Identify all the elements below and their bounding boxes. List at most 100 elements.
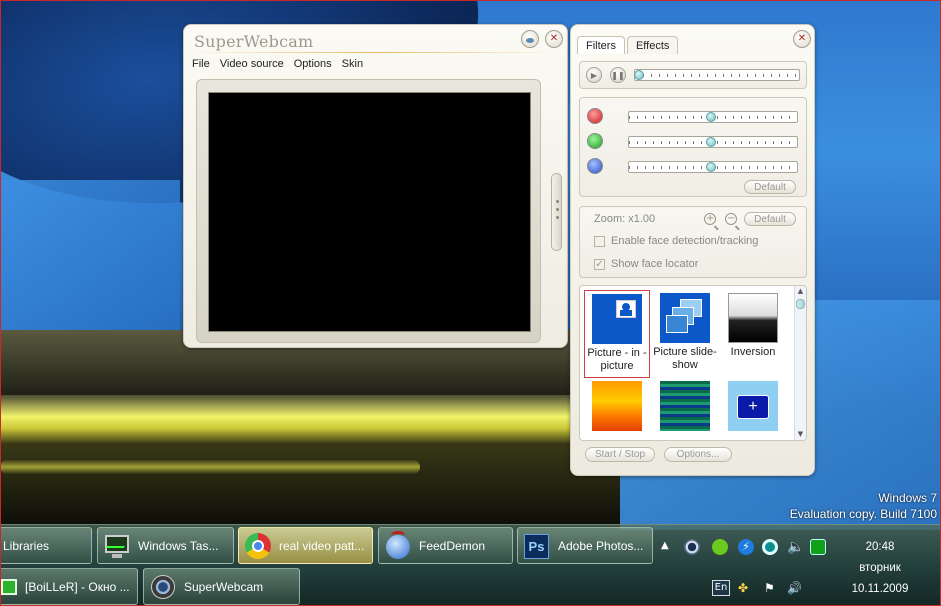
inversion-icon <box>728 293 778 343</box>
tab-filters[interactable]: Filters <box>577 36 625 54</box>
photoshop-icon: Ps <box>522 531 552 561</box>
minimize-button[interactable] <box>521 30 539 48</box>
menu-options[interactable]: Options <box>294 58 332 70</box>
sync-icon[interactable] <box>762 539 778 555</box>
rgb-default-button[interactable]: Default <box>744 180 796 194</box>
taskbar-label: FeedDemon <box>419 538 486 553</box>
options-button[interactable]: Options... <box>664 447 732 462</box>
red-slider-thumb[interactable] <box>706 112 716 122</box>
webcam-tray-icon[interactable] <box>684 539 700 555</box>
bolt-icon[interactable]: ⚡ <box>738 539 754 555</box>
watermark-title: Windows 7 <box>878 491 937 505</box>
taskbar-item-superwebcam[interactable]: SuperWebcam <box>143 568 300 605</box>
taskbar-item-chat[interactable]: [BoiLLeR] - Окно ... <box>0 568 138 605</box>
blue-slider[interactable] <box>628 161 798 173</box>
taskbar-item-task-manager[interactable]: Windows Tas... <box>97 527 234 564</box>
color-balance-group: Default <box>579 97 807 197</box>
clock-day: вторник <box>859 562 901 574</box>
webcam-icon <box>148 572 178 602</box>
playback-slider-thumb[interactable] <box>634 70 644 80</box>
taskbar-item-feeddemon[interactable]: FeedDemon <box>378 527 513 564</box>
filter-slide-show[interactable]: Picture slide-show <box>652 290 718 372</box>
taskbar-item-chrome[interactable]: real video patt... <box>238 527 373 564</box>
taskbar-label: Adobe Photos... <box>558 538 644 553</box>
filters-panel: Filters Effects ✕ ▶ ❚❚ Default Zoom: x1.… <box>570 24 815 476</box>
zoom-in-icon[interactable]: + <box>704 213 716 225</box>
window-title: SuperWebcam <box>194 32 314 51</box>
green-channel-icon <box>587 133 603 149</box>
pause-icon: ❚❚ <box>611 70 625 80</box>
windows-watermark: Windows 7 Evaluation copy. Build 7100 <box>790 490 937 522</box>
flag-icon[interactable]: ⚑ <box>764 580 780 596</box>
picture-in-picture-icon <box>592 294 642 344</box>
utorrent-icon[interactable] <box>712 539 728 555</box>
filter-scrollbar[interactable]: ▲ ▼ <box>794 286 806 440</box>
green-slider[interactable] <box>628 136 798 148</box>
filter-picture-in-picture[interactable]: Picture - in - picture <box>584 290 650 378</box>
green-slider-thumb[interactable] <box>706 137 716 147</box>
zoom-default-button[interactable]: Default <box>744 212 796 226</box>
blue-slider-thumb[interactable] <box>706 162 716 172</box>
minimize-icon <box>526 38 534 43</box>
start-stop-button[interactable]: Start / Stop <box>585 447 655 462</box>
playback-group: ▶ ❚❚ <box>579 61 807 89</box>
zoom-out-icon[interactable]: − <box>725 213 737 225</box>
menu-file[interactable]: File <box>192 58 210 70</box>
filter-label: Inversion <box>730 346 776 358</box>
face-detection-checkbox[interactable] <box>594 236 605 247</box>
taskbar-label: SuperWebcam <box>184 579 264 594</box>
slide-show-icon <box>660 293 710 343</box>
colorize-icon <box>592 381 642 431</box>
menu-video-source[interactable]: Video source <box>220 58 284 70</box>
video-frame <box>196 79 541 343</box>
menu-bar: File Video source Options Skin <box>192 58 373 70</box>
filter-gallery: Picture - in - picture Picture slide-sho… <box>579 285 807 441</box>
taskbar-label: real video patt... <box>279 538 365 553</box>
pause-button[interactable]: ❚❚ <box>610 67 626 83</box>
play-button[interactable]: ▶ <box>586 67 602 83</box>
scroll-down-icon[interactable]: ▼ <box>795 429 806 440</box>
zoom-group: Zoom: x1.00 + − Default Enable face dete… <box>579 206 807 278</box>
taskbar-label: [BoiLLeR] - Окно ... <box>25 579 130 594</box>
face-detection-label: Enable face detection/tracking <box>611 235 759 247</box>
panel-tabs: Filters Effects <box>577 36 680 54</box>
show-hidden-icons-icon[interactable]: ▲ <box>661 540 669 551</box>
clock-time: 20:48 <box>865 541 895 553</box>
tab-effects[interactable]: Effects <box>626 36 679 54</box>
red-slider[interactable] <box>628 111 798 123</box>
panel-close-button[interactable]: ✕ <box>793 30 811 48</box>
clock[interactable]: 20:48 вторник 10.11.2009 <box>840 537 920 600</box>
taskbar-label: Libraries <box>3 538 50 553</box>
blue-channel-icon <box>587 158 603 174</box>
filter-sketch[interactable]: + <box>720 378 786 434</box>
network-icon[interactable]: ✤ <box>738 580 754 596</box>
taskbar-label: Windows Tas... <box>138 538 219 553</box>
video-preview <box>208 92 531 332</box>
close-button[interactable]: ✕ <box>545 30 563 48</box>
speaker-icon[interactable]: 🔊 <box>787 580 803 596</box>
feeddemon-icon <box>383 530 413 561</box>
sketch-icon: + <box>728 381 778 431</box>
chrome-icon <box>243 531 273 561</box>
language-indicator[interactable]: En <box>712 580 730 596</box>
face-locator-checkbox[interactable]: ✓ <box>594 259 605 270</box>
filter-noise[interactable] <box>652 378 718 434</box>
panel-toggle-handle[interactable] <box>551 173 562 251</box>
scroll-up-icon[interactable]: ▲ <box>795 286 806 297</box>
scrollbar-thumb[interactable] <box>796 299 805 309</box>
playback-slider[interactable] <box>634 69 800 81</box>
close-icon: ✕ <box>549 33 559 44</box>
taskbar-item-libraries[interactable]: Libraries <box>0 527 92 564</box>
taskbar-item-photoshop[interactable]: Ps Adobe Photos... <box>517 527 653 564</box>
zoom-label: Zoom: x1.00 <box>594 213 656 225</box>
filter-colorize[interactable] <box>584 378 650 434</box>
menu-skin[interactable]: Skin <box>342 58 363 70</box>
play-icon: ▶ <box>590 70 598 80</box>
watermark-build: Evaluation copy. Build 7100 <box>789 507 937 521</box>
green-app-icon[interactable] <box>810 539 826 555</box>
filter-label: Picture slide-show <box>653 346 717 371</box>
volume-muted-icon[interactable]: 🔈 <box>787 539 804 555</box>
filter-inversion[interactable]: Inversion <box>720 290 786 359</box>
face-locator-label: Show face locator <box>611 258 699 270</box>
red-channel-icon <box>587 108 603 124</box>
